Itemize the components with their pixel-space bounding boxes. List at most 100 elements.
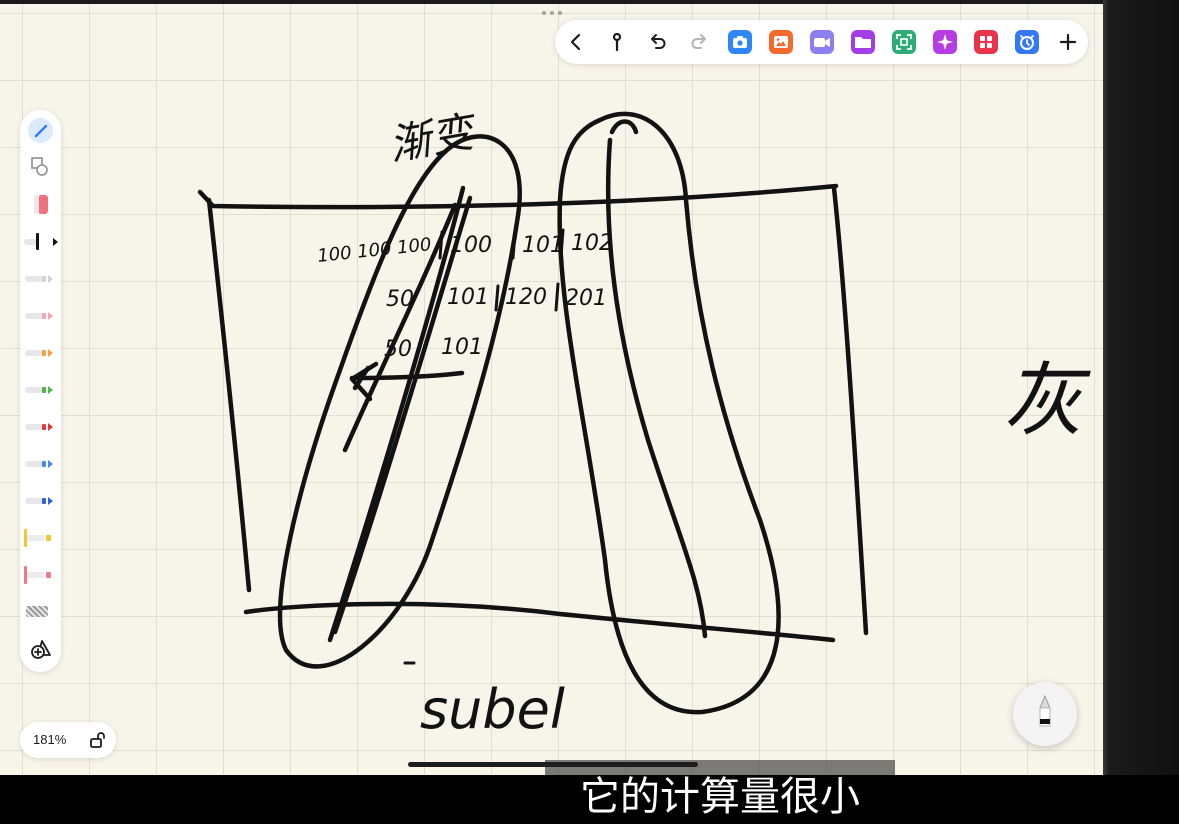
- back-button[interactable]: [555, 20, 596, 64]
- grid-icon: [973, 30, 998, 54]
- alarm-icon: [1014, 30, 1039, 54]
- row2-value: 201: [565, 286, 607, 311]
- pin-button[interactable]: [596, 20, 637, 64]
- add-button[interactable]: [1047, 20, 1088, 64]
- row1-value: 101: [522, 233, 564, 258]
- row3-value: 101: [441, 335, 483, 360]
- chevron-left-icon: [570, 33, 580, 51]
- zoom-indicator[interactable]: 181%: [20, 722, 116, 758]
- row2-value: 50: [386, 287, 414, 312]
- add-color-button[interactable]: [20, 630, 61, 667]
- home-indicator[interactable]: [408, 762, 698, 767]
- pen-pink[interactable]: [20, 297, 61, 334]
- video-button[interactable]: [801, 20, 842, 64]
- pen-icon: [36, 233, 39, 250]
- pen-color-indicator: [48, 386, 53, 394]
- highlighter-color-indicator: [46, 572, 51, 578]
- pen-tip: [42, 350, 46, 356]
- right-loop-bump: [609, 119, 639, 135]
- pen-orange[interactable]: [20, 334, 61, 371]
- side-note: 灰: [1003, 354, 1091, 447]
- camera-icon: [727, 30, 752, 54]
- tool-palette: [20, 110, 61, 672]
- pen-color-indicator: [48, 460, 53, 468]
- folder-icon: [850, 30, 875, 54]
- table-left-line: [206, 197, 252, 593]
- texture-icon: [26, 606, 48, 617]
- pen-color-indicator: [48, 275, 53, 283]
- row1-value: 102: [571, 231, 613, 256]
- highlighter-body: [27, 535, 44, 541]
- pen-white[interactable]: [20, 260, 61, 297]
- zoom-level: 181%: [33, 732, 67, 747]
- row3-value: 50: [384, 337, 412, 362]
- row2-value: 101: [447, 285, 489, 310]
- pen-blue[interactable]: [20, 482, 61, 519]
- video-subtitle: 它的计算量很小: [580, 774, 860, 820]
- dot: [550, 11, 554, 15]
- right-inner-stroke: [605, 137, 708, 639]
- pen-tip: [42, 461, 46, 467]
- top-toolbar: [555, 20, 1088, 64]
- pen-color-indicator: [48, 312, 53, 320]
- left-column-loop: [277, 134, 522, 669]
- undo-button[interactable]: [637, 20, 678, 64]
- floating-pen-button[interactable]: [1013, 682, 1077, 746]
- pen-tip: [42, 313, 46, 319]
- redo-button[interactable]: [678, 20, 719, 64]
- screen: 渐变 100 100 100 100 101 102 50 101 120 20…: [0, 0, 1179, 824]
- shapes-button[interactable]: [20, 149, 61, 186]
- scan-icon: [891, 30, 916, 54]
- row2-value: 120: [505, 285, 547, 310]
- timer-button[interactable]: [1006, 20, 1047, 64]
- pen-black-selected[interactable]: [20, 223, 61, 260]
- sparkle-icon: [932, 30, 957, 54]
- pen-color-indicator: [48, 349, 53, 357]
- texture-tool[interactable]: [20, 593, 61, 630]
- screen-edge: [1103, 0, 1179, 775]
- pen-color-indicator: [48, 497, 53, 505]
- arrow-shaft: [349, 370, 465, 381]
- unlock-icon[interactable]: [88, 730, 108, 750]
- row1-value: 100: [450, 233, 492, 258]
- pen-light-blue[interactable]: [20, 445, 61, 482]
- pen-tip: [42, 387, 46, 393]
- pen-tool-icon: [28, 118, 53, 143]
- dot: [542, 11, 546, 15]
- row1-left-values: 100 100 100: [316, 234, 432, 267]
- pen-tip: [42, 276, 46, 282]
- eraser-button[interactable]: [20, 186, 61, 223]
- bottom-label: subel: [420, 678, 565, 741]
- highlighter-color-indicator: [46, 535, 51, 541]
- templates-button[interactable]: [965, 20, 1006, 64]
- dot: [558, 11, 562, 15]
- ink-strokes: [197, 111, 869, 715]
- add-color-icon: [31, 640, 51, 659]
- pen-red[interactable]: [20, 408, 61, 445]
- folder-button[interactable]: [842, 20, 883, 64]
- pen-tip: [42, 498, 46, 504]
- camera-button[interactable]: [719, 20, 760, 64]
- handwritten-notes: 渐变 100 100 100 100 101 102 50 101 120 20…: [316, 106, 1091, 741]
- magic-button[interactable]: [924, 20, 965, 64]
- eraser-icon: [34, 195, 48, 214]
- pen-tool-button[interactable]: [20, 112, 61, 149]
- image-icon: [768, 30, 793, 54]
- pen-tip: [42, 424, 46, 430]
- pin-icon: [612, 32, 621, 52]
- multitasking-icon[interactable]: [542, 11, 562, 15]
- drawing-layer[interactable]: 渐变 100 100 100 100 101 102 50 101 120 20…: [0, 0, 1103, 775]
- highlighter-pink[interactable]: [20, 556, 61, 593]
- undo-icon: [650, 34, 665, 49]
- scan-button[interactable]: [883, 20, 924, 64]
- shapes-icon: [31, 157, 48, 176]
- video-icon: [809, 30, 834, 54]
- pen-icon: [1039, 694, 1051, 727]
- image-button[interactable]: [760, 20, 801, 64]
- note-title: 渐变: [385, 106, 481, 170]
- pen-green[interactable]: [20, 371, 61, 408]
- highlighter-yellow[interactable]: [20, 519, 61, 556]
- redo-icon: [691, 34, 706, 49]
- table-right-line: [831, 185, 869, 636]
- selected-indicator-icon: [53, 238, 58, 246]
